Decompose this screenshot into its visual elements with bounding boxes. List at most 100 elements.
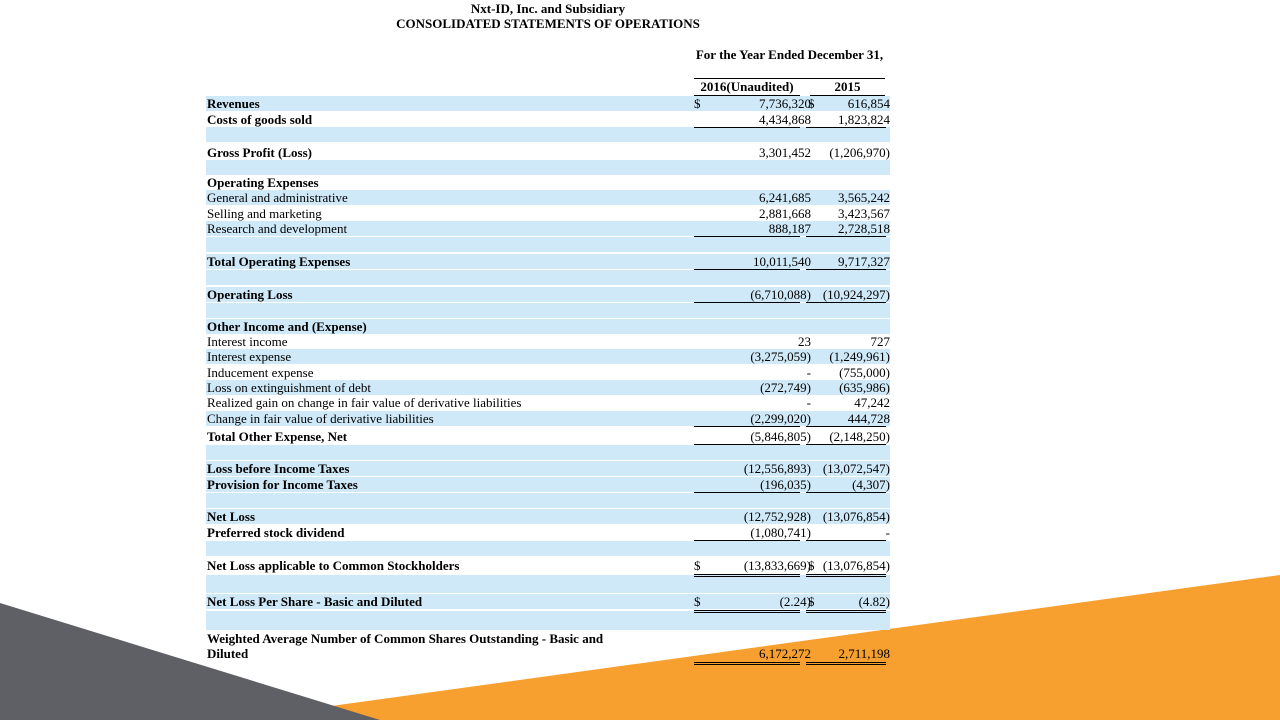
value-2016: (3,275,059) bbox=[750, 349, 811, 364]
table-row: Operating Expenses bbox=[206, 175, 890, 190]
total-double-rule bbox=[694, 662, 800, 665]
total-double-rule bbox=[806, 610, 886, 613]
row-spacer bbox=[206, 127, 890, 142]
value-2015: (13,076,854) bbox=[822, 509, 890, 524]
row-spacer bbox=[206, 541, 890, 556]
total-double-rule bbox=[694, 574, 800, 577]
value-2016: (12,752,928) bbox=[743, 509, 811, 524]
row-label: Interest income bbox=[207, 334, 288, 349]
subtotal-rule bbox=[806, 426, 886, 427]
value-2015: 444,728 bbox=[847, 411, 890, 426]
value-2015: 2,728,518 bbox=[838, 221, 890, 236]
value-2016: (196,035) bbox=[760, 477, 811, 492]
table-row: Total Operating Expenses 10,011,540 9,717,… bbox=[206, 254, 890, 270]
page-number: 22 bbox=[1180, 678, 1199, 697]
row-label: Operating Loss bbox=[207, 287, 293, 302]
value-2016: (13,833,669) bbox=[743, 558, 811, 573]
row-spacer bbox=[206, 160, 890, 175]
value-2015: 2,711,198 bbox=[838, 646, 890, 661]
subtotal-rule bbox=[806, 127, 886, 128]
row-label: General and administrative bbox=[207, 190, 348, 205]
row-label: Gross Profit (Loss) bbox=[207, 145, 312, 160]
table-row: Other Income and (Expense) bbox=[206, 319, 890, 334]
value-2016: (1,080,741) bbox=[750, 525, 811, 540]
subtotal-rule bbox=[806, 492, 886, 493]
value-2015: 616,854 bbox=[847, 96, 890, 111]
table-row: Loss on extinguishment of debt (272,749) (… bbox=[206, 380, 890, 395]
row-spacer bbox=[206, 575, 890, 593]
value-2015: (13,076,854) bbox=[822, 558, 890, 573]
row-label: Change in fair value of derivative liabi… bbox=[207, 411, 434, 426]
row-label: Net Loss applicable to Common Stockholde… bbox=[207, 558, 460, 573]
subtotal-rule bbox=[694, 426, 800, 427]
row-label: Interest expense bbox=[207, 349, 292, 364]
row-label: Net Loss Per Share - Basic and Diluted bbox=[207, 594, 423, 609]
value-2015: 47,242 bbox=[854, 395, 890, 410]
value-2015: (10,924,297) bbox=[822, 287, 890, 302]
table-row: Operating Loss (6,710,088) (10,924,297) bbox=[206, 287, 890, 303]
column-header-2015: 2015 bbox=[810, 79, 885, 96]
row-spacer bbox=[206, 493, 890, 508]
table-row: Weighted Average Number of Common Shares… bbox=[206, 631, 890, 646]
subtotal-rule bbox=[694, 269, 800, 270]
row-label: Provision for Income Taxes bbox=[207, 477, 358, 492]
row-label: Selling and marketing bbox=[207, 206, 322, 221]
table-row: General and administrative 6,241,685 3,565… bbox=[206, 190, 890, 205]
value-2016: (5,846,805) bbox=[750, 429, 811, 444]
row-label: Diluted bbox=[207, 646, 249, 661]
value-2016: 4,434,868 bbox=[759, 112, 811, 127]
row-spacer bbox=[206, 611, 890, 630]
table-row: Net Loss applicable to Common Stockholde… bbox=[206, 558, 890, 577]
value-2016: (272,749) bbox=[760, 380, 811, 395]
value-2016: 7,736,320 bbox=[759, 96, 811, 111]
value-2016: - bbox=[806, 365, 811, 380]
value-2015: 3,565,242 bbox=[838, 190, 890, 205]
value-2015: (1,206,970) bbox=[829, 145, 890, 160]
subtotal-rule bbox=[694, 444, 800, 445]
subtotal-rule bbox=[806, 269, 886, 270]
subtotal-rule bbox=[694, 540, 800, 541]
table-row: Gross Profit (Loss) 3,301,452 (1,206,970) bbox=[206, 145, 890, 160]
row-label: Research and development bbox=[207, 221, 348, 236]
value-2015: (2,148,250) bbox=[829, 429, 890, 444]
row-label: Costs of goods sold bbox=[207, 112, 313, 127]
subtotal-rule bbox=[806, 236, 886, 237]
table-row: Change in fair value of derivative liabi… bbox=[206, 411, 890, 427]
value-2016: (2.24) bbox=[779, 594, 811, 609]
value-2016: 3,301,452 bbox=[759, 145, 811, 160]
subtotal-rule bbox=[806, 444, 886, 445]
value-2015: 9,717,327 bbox=[838, 254, 890, 269]
subtotal-rule bbox=[694, 492, 800, 493]
total-double-rule bbox=[806, 574, 886, 577]
value-2015: (13,072,547) bbox=[822, 461, 890, 476]
row-label: Weighted Average Number of Common Shares… bbox=[207, 631, 604, 646]
table-row: Interest income 23 727 bbox=[206, 334, 890, 349]
table-row: Costs of goods sold 4,434,868 1,823,824 bbox=[206, 112, 890, 128]
table-row: Total Other Expense, Net (5,846,805) (2,14… bbox=[206, 429, 890, 445]
table-row: Revenues $7,736,320 $616,854 bbox=[206, 96, 890, 111]
value-2015: (4.82) bbox=[858, 594, 890, 609]
subtotal-rule bbox=[806, 302, 886, 303]
table-row: Interest expense (3,275,059) (1,249,961) bbox=[206, 349, 890, 364]
table-row: Provision for Income Taxes (196,035) (4,30… bbox=[206, 477, 890, 493]
value-2015: 3,423,567 bbox=[838, 206, 890, 221]
value-2016: (2,299,020) bbox=[750, 411, 811, 426]
row-label: Total Operating Expenses bbox=[207, 254, 351, 269]
total-double-rule bbox=[694, 610, 800, 613]
period-header: For the Year Ended December 31, bbox=[695, 47, 884, 62]
table-row: Diluted 6,172,272 2,711,198 bbox=[206, 646, 890, 665]
row-label: Operating Expenses bbox=[207, 175, 319, 190]
row-spacer bbox=[206, 445, 890, 460]
value-2016: (6,710,088) bbox=[750, 287, 811, 302]
table-row: Inducement expense - (755,000) bbox=[206, 365, 890, 380]
table-row: Net Loss (12,752,928) (13,076,854) bbox=[206, 509, 890, 524]
value-2016: - bbox=[806, 395, 811, 410]
value-2016: 23 bbox=[798, 334, 811, 349]
row-label: Total Other Expense, Net bbox=[207, 429, 348, 444]
company-name: Nxt-ID, Inc. and Subsidiary bbox=[470, 1, 626, 16]
row-label: Other Income and (Expense) bbox=[207, 319, 367, 334]
column-header-2016: 2016(Unaudited) bbox=[694, 79, 800, 96]
row-label: Loss on extinguishment of debt bbox=[207, 380, 371, 395]
table-row: Selling and marketing 2,881,668 3,423,567 bbox=[206, 206, 890, 221]
subtotal-rule bbox=[694, 302, 800, 303]
